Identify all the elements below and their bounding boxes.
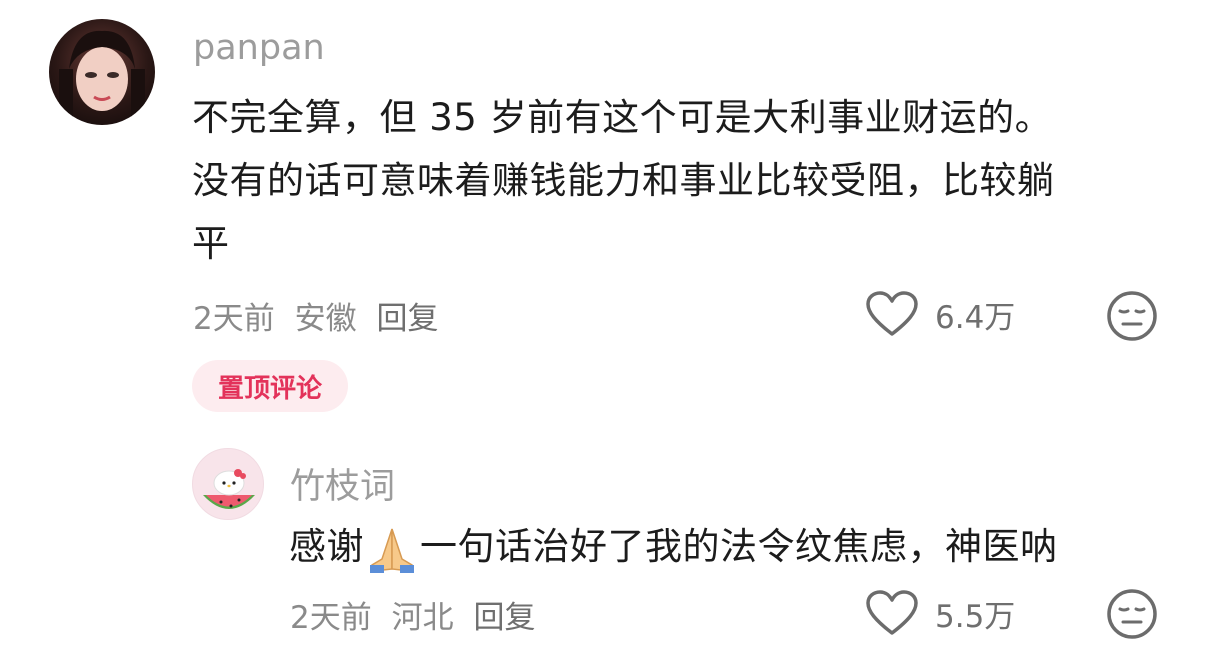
heart-icon xyxy=(866,291,918,336)
reply-text-start: 感谢 xyxy=(289,525,364,568)
reply-like-button[interactable]: 5.5万 xyxy=(865,589,1015,637)
reply-reply-button[interactable]: 回复 xyxy=(473,600,535,636)
folded-hands-icon xyxy=(370,528,414,573)
pinned-badge: 置顶评论 xyxy=(192,360,348,412)
heart-icon xyxy=(866,590,918,635)
comment-text-line-3: 平 xyxy=(192,222,230,265)
like-count: 6.4万 xyxy=(935,299,1016,336)
meh-face-icon xyxy=(1107,589,1157,639)
comment-meta: 2天前 安徽 回复 xyxy=(193,293,448,338)
comment-location: 安徽 xyxy=(294,301,357,337)
user-avatar[interactable] xyxy=(49,19,155,125)
reply-avatar[interactable] xyxy=(192,448,264,520)
comment-time: 2天前 xyxy=(193,301,275,337)
reply-like-count: 5.5万 xyxy=(935,598,1016,635)
meh-face-icon xyxy=(1107,291,1157,341)
comment-text-line-1: 不完全算，但 35 岁前有这个可是大利事业财运的。 xyxy=(192,96,1053,139)
comment-thread: panpan 不完全算，但 35 岁前有这个可是大利事业财运的。 没有的话可意味… xyxy=(0,0,1206,658)
comment-username[interactable]: panpan xyxy=(193,28,325,68)
reply-dislike-button[interactable] xyxy=(1106,588,1158,644)
comment-text-line-2: 没有的话可意味着赚钱能力和事业比较受阻，比较躺 xyxy=(192,159,1055,202)
hello-kitty-watermelon-icon xyxy=(203,469,255,509)
reply-location: 河北 xyxy=(391,600,454,636)
reply-button[interactable]: 回复 xyxy=(376,301,438,337)
avatar-portrait-icon xyxy=(59,30,145,125)
reply-text-end: 一句话治好了我的法令纹焦虑，神医呐 xyxy=(420,525,1058,568)
dislike-button[interactable] xyxy=(1106,290,1158,346)
reply-username[interactable]: 竹枝词 xyxy=(290,458,395,509)
like-button[interactable]: 6.4万 xyxy=(865,290,1015,338)
reply-time: 2天前 xyxy=(290,600,372,636)
reply-text: 感谢 一句话治好了我的法令纹焦虑，神医呐 xyxy=(289,516,1058,578)
reply-meta: 2天前 河北 回复 xyxy=(290,592,545,637)
